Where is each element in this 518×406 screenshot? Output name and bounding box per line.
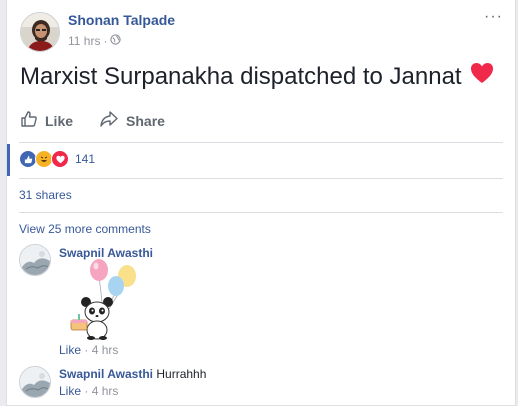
comment-like-link[interactable]: Like xyxy=(59,343,81,357)
share-arrow-icon xyxy=(99,110,119,131)
heart-icon xyxy=(470,62,494,91)
shares-count[interactable]: 31 shares xyxy=(19,188,72,202)
globe-icon xyxy=(110,34,122,48)
post-body: Marxist Surpanakha dispatched to Jannat xyxy=(20,62,494,91)
share-button[interactable]: Share xyxy=(99,110,165,131)
post-text: Marxist Surpanakha dispatched to Jannat xyxy=(20,62,462,90)
reaction-count[interactable]: 141 xyxy=(75,152,95,166)
divider xyxy=(19,142,503,143)
love-reaction-icon xyxy=(51,150,69,168)
share-label: Share xyxy=(126,112,165,129)
comment-meta-separator: · xyxy=(84,384,89,398)
meta-separator: · xyxy=(103,34,108,48)
author-avatar[interactable] xyxy=(20,12,60,52)
divider xyxy=(19,212,503,213)
more-options-icon[interactable]: ··· xyxy=(484,8,503,26)
comment-timestamp[interactable]: 4 hrs xyxy=(92,343,119,357)
commenter-avatar[interactable] xyxy=(19,366,51,398)
post-card: Shonan Talpade 11 hrs · ··· Marxist Surp… xyxy=(6,0,516,406)
comment-timestamp[interactable]: 4 hrs xyxy=(92,384,119,398)
highlight-bar xyxy=(7,144,10,176)
comment-author-name[interactable]: Swapnil Awasthi xyxy=(59,367,153,381)
divider xyxy=(19,178,503,179)
like-label: Like xyxy=(45,112,74,129)
reactions-summary[interactable]: 141 xyxy=(19,150,95,168)
comment-meta: Like · 4 hrs xyxy=(59,343,118,357)
comment-like-link[interactable]: Like xyxy=(59,384,81,398)
panda-balloons-sticker xyxy=(61,258,147,340)
post-author-name[interactable]: Shonan Talpade xyxy=(68,12,175,28)
thumbs-up-icon xyxy=(20,110,38,131)
commenter-avatar[interactable] xyxy=(19,244,51,276)
post-meta: 11 hrs · xyxy=(68,34,122,48)
comment-author: Swapnil Awasthi Hurrahhh xyxy=(59,367,206,381)
comment-meta: Like · 4 hrs xyxy=(59,384,118,398)
comment-text: Hurrahhh xyxy=(156,367,207,381)
view-more-comments-link[interactable]: View 25 more comments xyxy=(19,222,151,236)
comment-meta-separator: · xyxy=(84,343,89,357)
post-actions: Like Share xyxy=(20,110,165,131)
like-button[interactable]: Like xyxy=(20,110,73,131)
post-timestamp[interactable]: 11 hrs xyxy=(68,34,100,48)
